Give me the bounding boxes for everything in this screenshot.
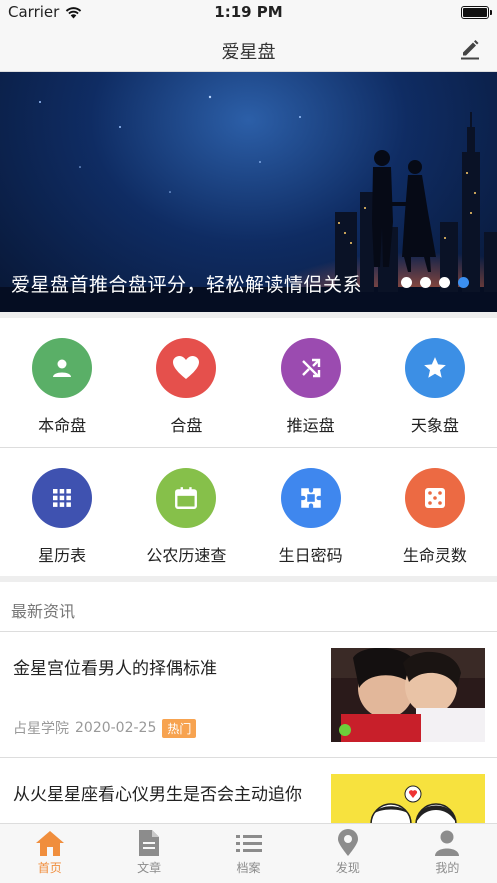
news-date: 2020-02-25 [75,720,157,736]
feature-label: 生命灵数 [402,546,467,565]
document-icon [139,830,160,856]
feature-birthday-code[interactable]: 生日密码 [249,448,373,576]
puzzle-icon [300,488,321,508]
feature-icon-circle [156,468,217,528]
feature-sky-chart[interactable]: 天象盘 [373,318,497,447]
shuffle-icon [301,358,320,378]
feature-natal-chart[interactable]: 本命盘 [0,318,124,447]
news-title: 从火星星座看心仪男生是否会主动追你 [13,785,302,805]
feature-icon-circle [32,338,93,398]
person-icon [53,359,72,377]
feature-grid-row: 星历表 公农历速查 生日密码 生命灵数 [0,448,497,576]
tab-archive[interactable]: 档案 [199,824,298,883]
feature-label: 本命盘 [38,416,87,435]
tab-label: 档案 [236,861,261,875]
battery-icon [461,6,492,19]
feature-label: 生日密码 [278,546,343,565]
home-icon [35,831,64,856]
edit-icon[interactable] [459,38,481,60]
feature-life-number[interactable]: 生命灵数 [373,448,497,576]
news-item[interactable]: 金星宫位看男人的择偶标准 占星学院 2020-02-25 热门 [0,632,497,758]
feature-label: 推运盘 [286,416,335,435]
tab-label: 我的 [435,861,460,875]
user-icon [435,830,460,856]
feature-icon-circle [280,338,341,398]
carousel-dot-active[interactable] [458,277,469,288]
status-bar: Carrier 1:19 PM [0,0,497,26]
tab-bar: 首页 文章 档案 发现 我的 [0,823,497,883]
status-time: 1:19 PM [214,3,283,21]
tab-profile[interactable]: 我的 [398,824,497,883]
tab-discover[interactable]: 发现 [298,824,397,883]
carousel-dot[interactable] [439,277,450,288]
tab-home[interactable]: 首页 [0,824,99,883]
carousel-dot[interactable] [401,277,412,288]
tab-label: 文章 [137,861,162,875]
tab-articles[interactable]: 文章 [99,824,198,883]
grid-icon [53,489,72,507]
page-title: 爱星盘 [221,42,276,63]
feature-ephemeris[interactable]: 星历表 [0,448,124,576]
news-source: 占星学院 [13,721,69,737]
feature-label: 公农历速查 [146,546,227,565]
feature-icon-circle [32,468,93,528]
news-title: 金星宫位看男人的择偶标准 [13,659,217,679]
couple-photo [331,648,485,742]
banner-caption: 爱星盘首推合盘评分，轻松解读情侣关系 [11,274,363,296]
banner-carousel[interactable]: 爱星盘首推合盘评分，轻松解读情侣关系 [0,72,497,312]
feature-icon-circle [404,338,465,398]
list-icon [235,835,262,852]
location-pin-icon [337,829,358,856]
calendar-icon [175,487,198,509]
news-section-header: 最新资讯 [0,582,497,632]
nav-bar: 爱星盘 [0,26,497,72]
feature-label: 合盘 [170,416,203,435]
feature-grid-row: 本命盘 合盘 推运盘 天象盘 [0,318,497,448]
news-thumbnail [331,648,485,742]
hot-badge: 热门 [162,718,197,738]
feature-synastry[interactable]: 合盘 [124,318,248,447]
news-meta: 占星学院 2020-02-25 热门 [13,718,197,738]
carousel-dot[interactable] [420,277,431,288]
tab-label: 首页 [37,861,62,875]
tab-label: 发现 [335,861,360,875]
heart-icon [173,356,200,379]
carousel-indicator[interactable] [401,277,469,288]
feature-calendar-lookup[interactable]: 公农历速查 [124,448,248,576]
feature-label: 天象盘 [410,416,459,435]
feature-icon-circle [280,468,341,528]
section-title: 最新资讯 [11,602,76,621]
feature-label: 星历表 [38,546,87,565]
feature-transit[interactable]: 推运盘 [249,318,373,447]
feature-icon-circle [404,468,465,528]
feature-icon-circle [156,338,217,398]
star-icon [424,357,446,378]
dice-icon [424,488,445,508]
